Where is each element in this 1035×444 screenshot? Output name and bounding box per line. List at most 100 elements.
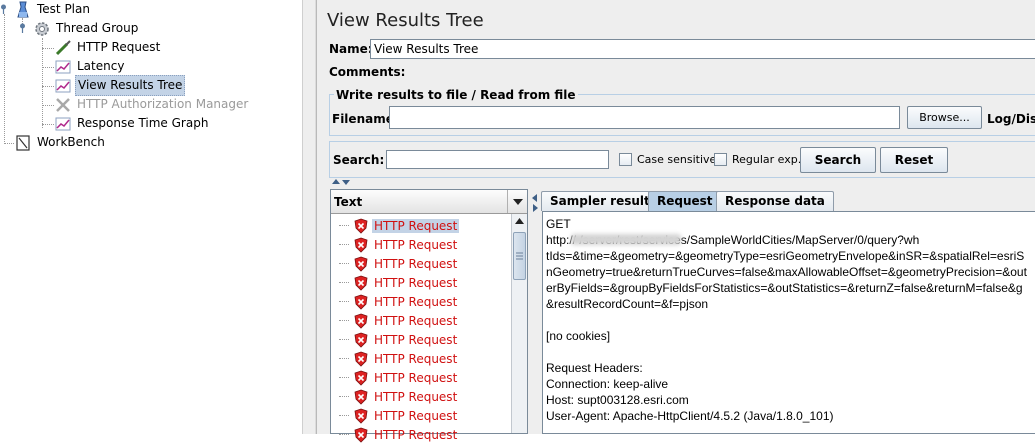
graph-icon xyxy=(55,60,71,73)
case-sensitive-label: Case sensitive xyxy=(637,153,717,166)
list-item-label: HTTP Request xyxy=(374,408,458,423)
test-plan-tree[interactable]: Test Plan Thread Group HTTP Request Late… xyxy=(0,0,302,434)
tree-line xyxy=(42,38,43,128)
filename-label: Filename xyxy=(332,112,394,126)
request-line: nGeometry=true&returnTrueCurves=false&ma… xyxy=(546,265,1027,279)
renderer-select-value: Text xyxy=(334,195,363,209)
tree-line xyxy=(339,434,349,435)
request-line: [no cookies] xyxy=(546,329,611,343)
tree-node-response-time-graph[interactable]: Response Time Graph xyxy=(54,114,210,133)
tree-node-http-request[interactable]: HTTP Request xyxy=(54,38,162,57)
list-item[interactable]: HTTP Request xyxy=(353,330,459,349)
tree-node-latency[interactable]: Latency xyxy=(54,57,126,76)
tree-line xyxy=(339,415,349,416)
vertical-scrollbar[interactable] xyxy=(511,214,527,433)
pipette-icon xyxy=(55,39,71,55)
tree-line xyxy=(339,339,349,340)
regular-exp-checkbox[interactable]: Regular exp. xyxy=(714,153,801,166)
tree-node-label: HTTP Request xyxy=(77,40,161,54)
comments-label: Comments: xyxy=(329,65,406,79)
case-sensitive-checkbox[interactable]: Case sensitive xyxy=(619,153,716,166)
tree-node-label: View Results Tree xyxy=(75,75,186,96)
sampler-results-list[interactable]: Text HTTP Request HTTP Request HTTP Reques… xyxy=(330,189,528,443)
list-item[interactable]: HTTP Request xyxy=(353,216,460,235)
name-field[interactable]: View Results Tree xyxy=(370,39,1035,59)
view-results-tree-panel: View Results Tree Name: View Results Tre… xyxy=(316,0,1035,443)
error-shield-icon xyxy=(354,313,368,329)
reset-button[interactable]: Reset xyxy=(880,147,948,173)
list-item[interactable]: HTTP Request xyxy=(353,387,459,406)
tab-request[interactable]: Request xyxy=(648,191,722,211)
expand-toggle-icon[interactable] xyxy=(0,4,7,14)
tree-line xyxy=(339,301,349,302)
tree-line xyxy=(4,143,14,144)
request-line: &resultRecordCount=&f=pjson xyxy=(546,297,709,311)
search-button[interactable]: Search xyxy=(800,147,876,173)
tree-line xyxy=(42,48,54,49)
tree-line xyxy=(42,124,54,125)
error-shield-icon xyxy=(354,370,368,386)
scrollbar-thumb[interactable] xyxy=(513,232,526,280)
tree-node-workbench[interactable]: WorkBench xyxy=(14,133,107,152)
list-item[interactable]: HTTP Request xyxy=(353,292,459,311)
request-line: User-Agent: Apache-HttpClient/4.5.2 (Jav… xyxy=(546,409,834,423)
search-input[interactable] xyxy=(386,150,609,169)
renderer-select[interactable]: Text xyxy=(331,190,527,214)
error-shield-icon xyxy=(354,389,368,405)
tree-line xyxy=(4,14,5,144)
test-plan-icon xyxy=(17,0,29,17)
split-pane-divider[interactable] xyxy=(302,0,316,434)
browse-button[interactable]: Browse... xyxy=(907,106,982,129)
tree-node-label: Response Time Graph xyxy=(77,116,209,130)
redacted-host xyxy=(571,234,681,245)
error-shield-icon xyxy=(354,237,368,253)
tab-sampler-result[interactable]: Sampler result xyxy=(541,191,659,211)
error-shield-icon xyxy=(354,332,368,348)
request-line: tIds=&time=&geometry=&geometryType=esriG… xyxy=(546,249,1025,263)
tree-line xyxy=(339,396,349,397)
list-item-label: HTTP Request xyxy=(374,294,458,309)
error-shield-icon xyxy=(354,275,368,291)
expand-toggle-icon[interactable] xyxy=(19,23,26,33)
chevron-down-icon[interactable] xyxy=(507,190,527,213)
list-item[interactable]: HTTP Request xyxy=(353,349,459,368)
error-shield-icon xyxy=(354,427,368,443)
checkbox-box[interactable] xyxy=(619,153,632,166)
list-item-label: HTTP Request xyxy=(374,313,458,328)
search-label: Search: xyxy=(333,153,385,167)
tree-node-label: HTTP Authorization Manager xyxy=(77,97,249,111)
log-display-label: Log/Disp xyxy=(987,112,1035,126)
filename-input[interactable] xyxy=(389,106,900,129)
name-label: Name: xyxy=(329,42,373,56)
tools-icon xyxy=(56,97,70,112)
tree-node-test-plan[interactable]: Test Plan xyxy=(14,0,92,19)
error-shield-icon xyxy=(354,218,368,234)
tree-line xyxy=(339,377,349,378)
list-item-label: HTTP Request xyxy=(374,389,458,404)
request-line: Request Headers: xyxy=(546,361,643,375)
scroll-up-icon[interactable] xyxy=(514,217,525,225)
list-item[interactable]: HTTP Request xyxy=(353,368,459,387)
list-item-label: HTTP Request xyxy=(374,275,458,290)
list-item-label: HTTP Request xyxy=(374,370,458,385)
tree-node-thread-group[interactable]: Thread Group xyxy=(33,19,140,38)
request-text-area[interactable]: GET http:// /server/rest/services/SampleW… xyxy=(542,211,1035,434)
request-line: Connection: keep-alive xyxy=(546,377,669,391)
list-item[interactable]: HTTP Request xyxy=(353,273,459,292)
collapse-arrows-icon[interactable] xyxy=(330,178,352,186)
graph-icon xyxy=(55,79,71,92)
list-item[interactable]: HTTP Request xyxy=(353,406,459,425)
list-item[interactable]: HTTP Request xyxy=(353,311,459,330)
collapse-arrows-icon[interactable] xyxy=(531,192,539,214)
tab-response-data[interactable]: Response data xyxy=(716,191,834,211)
write-results-group-label: Write results to file / Read from file xyxy=(334,88,578,102)
tree-node-http-authorization-manager[interactable]: HTTP Authorization Manager xyxy=(54,95,250,114)
tree-node-view-results-tree[interactable]: View Results Tree xyxy=(54,75,186,96)
tree-line xyxy=(339,244,349,245)
list-item[interactable]: HTTP Request xyxy=(353,254,459,273)
list-item[interactable]: HTTP Request xyxy=(353,235,459,254)
checkbox-box[interactable] xyxy=(714,153,727,166)
tree-line xyxy=(339,225,349,226)
list-item[interactable]: HTTP Request xyxy=(353,425,459,444)
tree-node-label: WorkBench xyxy=(37,135,105,149)
